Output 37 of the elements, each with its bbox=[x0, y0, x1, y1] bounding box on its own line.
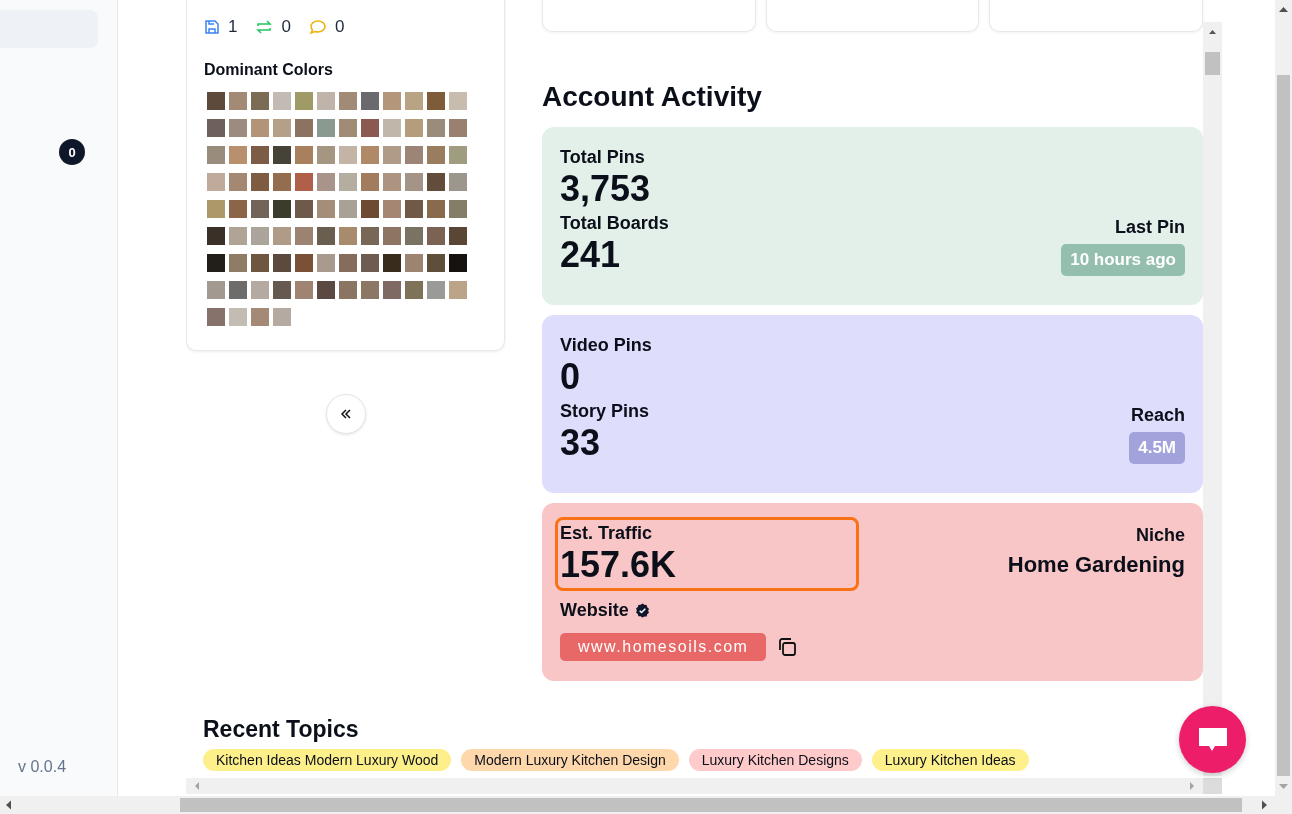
stat-label: Story Pins bbox=[560, 400, 650, 422]
niche-label: Niche bbox=[1135, 524, 1185, 546]
stat-label: Reach bbox=[1130, 404, 1185, 426]
copy-icon[interactable] bbox=[776, 636, 799, 658]
stat-badge: 4.5M bbox=[1129, 432, 1185, 464]
stat-value: 3,753 bbox=[560, 168, 651, 210]
stat-count: 0 bbox=[281, 17, 291, 37]
topic-tag[interactable]: Modern Luxury Kitchen Design bbox=[461, 749, 679, 771]
stat-count: 1 bbox=[228, 17, 238, 37]
stat-value: 241 bbox=[560, 234, 622, 276]
stat-badge: 10 hours ago bbox=[1061, 244, 1185, 276]
stat-count: 0 bbox=[334, 17, 345, 37]
topic-tag[interactable]: Luxury Kitchen Designs bbox=[688, 749, 862, 771]
stat-label: Total Pins bbox=[560, 146, 646, 168]
topic-tag[interactable]: Kitchen Ideas Modern Luxury Wood bbox=[203, 749, 452, 771]
repeat-icon bbox=[255, 19, 274, 35]
chat-button[interactable] bbox=[1179, 706, 1246, 773]
section-heading: Recent Topics bbox=[203, 715, 360, 743]
scrollbar-corner bbox=[1203, 778, 1222, 794]
stat-value: 33 bbox=[560, 422, 602, 464]
stat-label: Est. Traffic bbox=[560, 522, 654, 544]
topic-tag[interactable]: Luxury Kitchen Ideas bbox=[871, 749, 1029, 771]
stat-label: Video Pins bbox=[560, 334, 652, 356]
stat-label: Last Pin bbox=[1115, 216, 1185, 238]
stat-label: Total Boards bbox=[560, 212, 669, 234]
version-label: v 0.0.4 bbox=[17, 758, 68, 776]
website-label: Website bbox=[560, 599, 629, 621]
comment-icon bbox=[308, 19, 327, 35]
collapse-button[interactable] bbox=[325, 394, 366, 434]
section-title: Dominant Colors bbox=[204, 61, 334, 79]
stat-value: 0 bbox=[560, 356, 582, 398]
niche-value: Home Gardening bbox=[1007, 552, 1185, 578]
stat-value: 157.6K bbox=[560, 544, 678, 586]
section-heading: Account Activity bbox=[542, 80, 763, 114]
save-icon bbox=[204, 19, 220, 35]
count-badge: 0 bbox=[59, 139, 85, 165]
double-chevron-icon bbox=[338, 408, 353, 420]
